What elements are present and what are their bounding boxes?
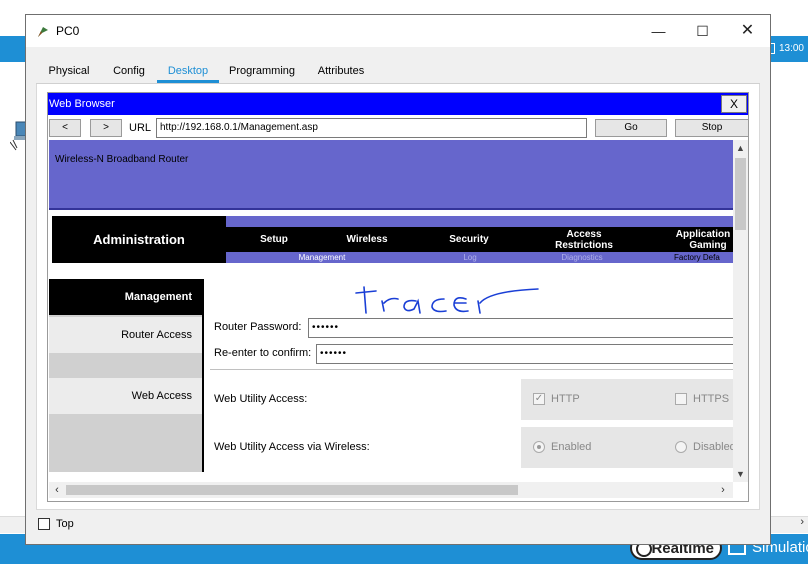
- vertical-scroll-thumb[interactable]: [735, 158, 746, 230]
- top-checkbox-label: Top: [56, 518, 74, 530]
- http-label: HTTP: [551, 393, 580, 405]
- browser-viewport: Wireless-N Broadband Router Administrati…: [49, 140, 733, 472]
- sidebar-item-router-access[interactable]: Router Access: [49, 317, 202, 353]
- packet-tracer-app-icon: [38, 27, 48, 37]
- clock-text: 13:00: [778, 43, 804, 54]
- scroll-up-arrow-icon[interactable]: ▲: [733, 140, 748, 156]
- submenu-factory-defaults[interactable]: Factory Defa: [668, 252, 733, 263]
- minimize-button[interactable]: —: [636, 15, 681, 47]
- admin-sidebar: Management Router Access Web Access: [49, 279, 202, 472]
- menu-application-gaming[interactable]: Application & Gaming: [668, 228, 733, 253]
- scroll-right-arrow-icon[interactable]: ›: [715, 482, 731, 498]
- section-title: Administration: [93, 232, 185, 247]
- url-input[interactable]: http://192.168.0.1/Management.asp: [156, 118, 587, 138]
- http-checkbox[interactable]: ✓: [533, 393, 545, 405]
- tab-attributes[interactable]: Attributes: [312, 63, 370, 83]
- browser-navbar: < > URL http://192.168.0.1/Management.as…: [48, 116, 749, 140]
- wireless-access-label: Web Utility Access via Wireless:: [214, 441, 370, 453]
- https-checkbox[interactable]: [675, 393, 687, 405]
- close-button[interactable]: ✕: [725, 15, 770, 47]
- forward-button[interactable]: >: [90, 119, 122, 137]
- tab-config[interactable]: Config: [106, 63, 152, 83]
- router-model-title: Wireless-N Broadband Router: [55, 154, 189, 165]
- handwritten-annotation: [355, 286, 539, 314]
- top-checkbox[interactable]: [38, 518, 50, 530]
- router-header: Wireless-N Broadband Router: [49, 140, 733, 210]
- browser-titlebar: Web Browser: [48, 93, 748, 115]
- menu-setup[interactable]: Setup: [248, 228, 300, 252]
- scroll-right-arrow-icon[interactable]: ›: [800, 516, 804, 528]
- maximize-button[interactable]: ☐: [680, 15, 725, 47]
- reenter-password-label: Re-enter to confirm:: [214, 347, 312, 359]
- horizontal-scrollbar[interactable]: ‹ ›: [49, 482, 733, 498]
- url-label: URL: [129, 122, 152, 134]
- https-label: HTTPS: [693, 393, 730, 405]
- wireless-access-options: Enabled Disabled: [521, 427, 733, 468]
- scroll-down-arrow-icon[interactable]: ▼: [733, 466, 748, 482]
- submenu-diagnostics[interactable]: Diagnostics: [546, 252, 618, 263]
- web-utility-access-options: ✓ HTTP HTTPS: [521, 379, 733, 420]
- tab-programming[interactable]: Programming: [225, 63, 299, 83]
- window-titlebar[interactable]: PC0 — ☐ ✕: [26, 15, 770, 47]
- tab-desktop[interactable]: Desktop: [157, 63, 219, 83]
- vertical-scrollbar[interactable]: ▲ ▼: [733, 140, 748, 482]
- reenter-password-input[interactable]: ••••••: [316, 344, 733, 364]
- scroll-left-arrow-icon[interactable]: ‹: [49, 482, 65, 498]
- header-rule: [49, 208, 733, 210]
- tab-physical[interactable]: Physical: [37, 63, 101, 83]
- router-password-label: Router Password:: [214, 321, 302, 333]
- stop-button[interactable]: Stop: [675, 119, 749, 137]
- submenu-management[interactable]: Management: [284, 252, 360, 263]
- menu-wireless[interactable]: Wireless: [332, 228, 402, 252]
- browser-close-button[interactable]: X: [721, 95, 747, 113]
- enabled-label: Enabled: [551, 441, 592, 453]
- submenu-log[interactable]: Log: [450, 252, 490, 263]
- disabled-label: Disabled: [693, 441, 733, 453]
- go-button[interactable]: Go: [595, 119, 667, 137]
- menu-strip-top: [226, 216, 733, 227]
- menu-security[interactable]: Security: [434, 228, 504, 252]
- management-form: Router Password: •••••• Re-enter to conf…: [204, 279, 733, 472]
- router-password-input[interactable]: ••••••: [308, 318, 733, 338]
- enabled-radio[interactable]: [533, 441, 545, 453]
- web-browser-window: Web Browser X < > URL http://192.168.0.1…: [47, 92, 749, 502]
- window-title: PC0: [56, 24, 80, 38]
- form-separator: [210, 369, 733, 370]
- sidebar-item-web-access[interactable]: Web Access: [49, 378, 202, 414]
- pc0-window: PC0 — ☐ ✕ Physical Config Desktop Progra…: [25, 14, 771, 545]
- menu-access-restrictions[interactable]: Access Restrictions: [546, 228, 622, 253]
- back-button[interactable]: <: [49, 119, 81, 137]
- horizontal-scroll-thumb[interactable]: [66, 485, 518, 495]
- sidebar-item-management[interactable]: Management: [49, 279, 202, 315]
- admin-menu-bar: Administration Setup Wireless Security A…: [52, 216, 733, 263]
- disabled-radio[interactable]: [675, 441, 687, 453]
- web-utility-access-label: Web Utility Access:: [214, 393, 308, 405]
